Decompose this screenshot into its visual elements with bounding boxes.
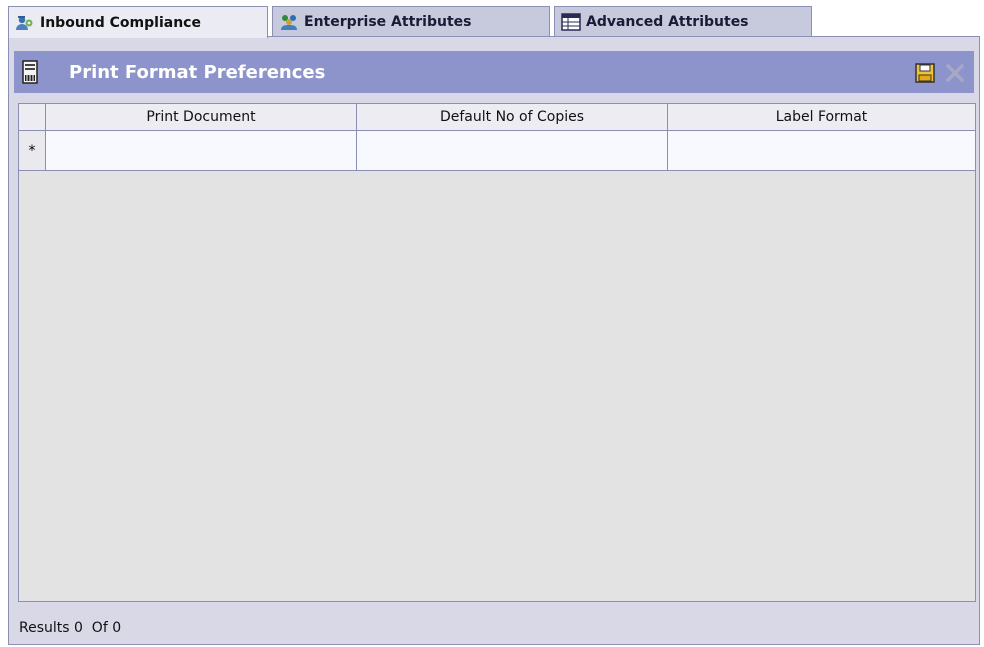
table-icon: [561, 12, 581, 31]
print-format-panel: Print Format Preferences Print Document …: [8, 36, 980, 645]
tab-enterprise-attributes[interactable]: Enterprise Attributes: [272, 6, 550, 36]
delete-icon[interactable]: [945, 63, 965, 83]
printer-document-icon: [22, 60, 38, 84]
tab-label: Inbound Compliance: [40, 14, 201, 31]
cell-label-format[interactable]: [668, 131, 975, 170]
print-format-table: Print Document Default No of Copies Labe…: [18, 103, 976, 602]
new-row: *: [19, 131, 975, 171]
row-header-corner: [19, 104, 46, 130]
save-icon[interactable]: [915, 63, 935, 83]
users-gear-icon: [16, 15, 33, 30]
panel-title: Print Format Preferences: [69, 62, 326, 83]
tab-advanced-attributes[interactable]: Advanced Attributes: [554, 6, 812, 36]
column-header-default-copies[interactable]: Default No of Copies: [357, 104, 668, 130]
column-header-label-format[interactable]: Label Format: [668, 104, 975, 130]
panel-header: Print Format Preferences: [14, 51, 974, 93]
tab-label: Advanced Attributes: [586, 13, 749, 30]
cell-print-document[interactable]: [46, 131, 357, 170]
cell-default-copies[interactable]: [357, 131, 668, 170]
column-header-print-document[interactable]: Print Document: [46, 104, 357, 130]
results-count: Results 0 Of 0: [19, 620, 122, 636]
group-icon: [281, 14, 297, 30]
results-footer: Results 0 Of 0: [19, 614, 121, 642]
tab-inbound-compliance[interactable]: Inbound Compliance: [8, 6, 268, 38]
table-header: Print Document Default No of Copies Labe…: [19, 104, 975, 131]
tab-label: Enterprise Attributes: [304, 13, 472, 30]
new-row-marker: *: [19, 131, 46, 170]
